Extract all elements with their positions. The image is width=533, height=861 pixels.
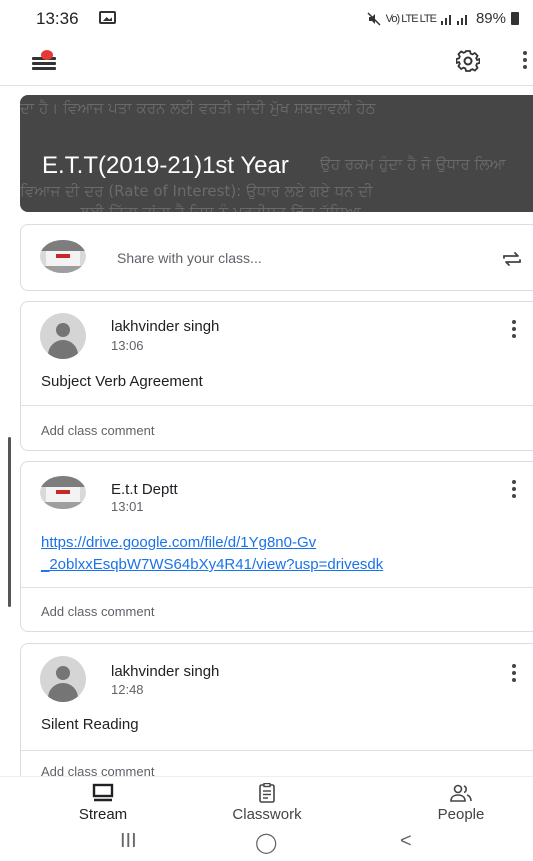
avatar xyxy=(40,313,86,359)
status-time: 13:36 xyxy=(36,9,79,28)
post-card[interactable]: lakhvinder singh 13:06 Subject Verb Agre… xyxy=(20,301,533,451)
bottom-navigation: Stream Classwork People xyxy=(0,776,533,826)
banner-background-text: ਲਈ ਦਿੱਤਾ ਜਾਂਦਾ ਹੈ ਜਿਸ ਨੂੰ ਪ੍ਰਤੀਸ਼ਤ ਵਿੱਚ … xyxy=(80,203,361,212)
avatar xyxy=(40,656,86,702)
battery-icon xyxy=(511,12,519,25)
post-author: lakhvinder singh xyxy=(111,663,220,680)
battery-percent: 89% xyxy=(475,10,506,27)
divider xyxy=(21,587,533,588)
post-author: E.t.t Deptt xyxy=(111,481,178,498)
classwork-icon xyxy=(259,783,275,803)
tab-stream[interactable]: Stream xyxy=(48,777,158,827)
repost-icon[interactable] xyxy=(500,247,524,271)
app-bar xyxy=(0,36,533,86)
gear-icon[interactable] xyxy=(456,49,480,73)
recents-button[interactable]: III xyxy=(120,830,137,853)
share-with-class-card[interactable]: Share with your class... xyxy=(20,224,533,291)
post-more-icon[interactable] xyxy=(511,664,517,682)
home-button[interactable]: ◯ xyxy=(255,830,277,855)
network-type: Vo) LTE LTE xyxy=(385,12,437,25)
notification-dot xyxy=(41,50,53,60)
divider xyxy=(21,405,533,406)
post-time: 12:48 xyxy=(111,682,144,697)
signal-icon xyxy=(440,14,467,25)
menu-icon[interactable] xyxy=(32,50,56,70)
post-link-line[interactable]: https://drive.google.com/file/d/1Yg8n0-G… xyxy=(41,532,521,554)
tab-people[interactable]: People xyxy=(406,777,516,827)
banner-background-text: ਉਹ ਰਕਮ ਹੁੰਦਾ ਹੈ ਜੋ ਉਧਾਰ ਲਿਆ xyxy=(320,155,506,173)
tab-label: People xyxy=(437,806,485,823)
post-time: 13:06 xyxy=(111,338,144,353)
back-button[interactable]: < xyxy=(400,830,412,853)
post-link-line[interactable]: _2oblxxEsqbW7WS64bXy4R41/view?usp=drives… xyxy=(41,554,521,576)
add-comment-button[interactable]: Add class comment xyxy=(41,423,154,438)
post-text: Silent Reading xyxy=(41,716,139,733)
tab-label: Classwork xyxy=(232,806,302,823)
share-input[interactable]: Share with your class... xyxy=(117,250,262,266)
post-text: Subject Verb Agreement xyxy=(41,373,203,390)
post-more-icon[interactable] xyxy=(511,480,517,498)
class-banner[interactable]: ਦਾ ਹੈ। ਵਿਆਜ ਪਤਾ ਕਰਨ ਲਈ ਵਰਤੀ ਜਾਂਦੀ ਮੁੱਖ ਸ… xyxy=(20,95,533,212)
banner-background-text: ਵਿਆਜ ਦੀ ਦਰ (Rate of Interest): ਉਧਾਰ ਲਏ ਗ… xyxy=(20,182,373,200)
add-comment-button[interactable]: Add class comment xyxy=(41,604,154,619)
tab-classwork[interactable]: Classwork xyxy=(212,777,322,827)
post-card[interactable]: E.t.t Deptt 13:01 https://drive.google.c… xyxy=(20,461,533,632)
stream-icon xyxy=(92,783,114,802)
mute-icon xyxy=(367,11,381,26)
class-avatar xyxy=(40,476,86,509)
class-title: E.T.T(2019-21)1st Year xyxy=(42,152,289,179)
gallery-notification-icon xyxy=(99,11,116,24)
status-bar: 13:36 Vo) LTE LTE 89% xyxy=(0,0,533,36)
banner-background-text: ਦਾ ਹੈ। ਵਿਆਜ ਪਤਾ ਕਰਨ ਲਈ ਵਰਤੀ ਜਾਂਦੀ ਮੁੱਖ ਸ… xyxy=(20,99,376,117)
post-link[interactable]: https://drive.google.com/file/d/1Yg8n0-G… xyxy=(41,532,521,576)
post-time: 13:01 xyxy=(111,499,144,514)
post-author: lakhvinder singh xyxy=(111,318,220,335)
class-avatar xyxy=(40,240,86,273)
divider xyxy=(21,750,533,751)
people-icon xyxy=(450,784,472,802)
system-navigation: III ◯ < xyxy=(0,826,533,861)
status-indicators: Vo) LTE LTE 89% xyxy=(367,10,519,27)
post-more-icon[interactable] xyxy=(511,320,517,338)
scroll-indicator[interactable] xyxy=(8,437,11,607)
tab-label: Stream xyxy=(78,806,128,823)
more-options-icon[interactable] xyxy=(522,51,528,71)
